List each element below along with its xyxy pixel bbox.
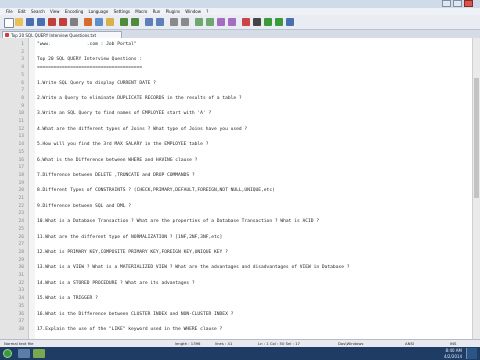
editor-line[interactable]: 38 17.Explain the use of the "LIKE" keywo… (0, 325, 480, 334)
open-file-icon[interactable] (15, 18, 23, 26)
menu-macro[interactable]: Macro (133, 8, 149, 15)
new-file-icon[interactable] (4, 18, 14, 28)
menu-settings[interactable]: Settings (112, 8, 132, 15)
windows-taskbar: 8:40 AM 4/2/2014 (0, 347, 480, 360)
line-text: 17.Explain the use of the "LIKE" keyword… (37, 326, 223, 332)
menu-search[interactable]: Search (29, 8, 47, 15)
zoom-in-icon[interactable] (170, 18, 178, 26)
menu-view[interactable]: View (48, 8, 62, 15)
print-icon[interactable] (70, 18, 78, 26)
menu-run[interactable]: Run (151, 8, 163, 15)
menu-encoding[interactable]: Encoding (63, 8, 85, 15)
taskbar-notepad-icon[interactable] (33, 349, 45, 358)
maximize-button[interactable] (453, 0, 462, 7)
indent-guide-icon[interactable] (228, 18, 236, 26)
menu-window[interactable]: Window (183, 8, 203, 15)
cut-icon[interactable] (84, 18, 92, 26)
menu-file[interactable]: File (0, 8, 15, 15)
clock-time: 8:40 AM (445, 348, 462, 353)
window-title-bar (0, 0, 480, 8)
play-macro-icon[interactable] (264, 18, 272, 26)
taskbar-app-icon[interactable] (18, 349, 30, 358)
minimize-button[interactable] (442, 0, 451, 7)
tab-bar: Top 20 SQL QUERY Interview Questions.txt (0, 30, 480, 38)
save-macro-icon[interactable] (286, 18, 294, 26)
close-all-icon[interactable] (59, 18, 67, 26)
text-editor[interactable]: 1 "www. .com : Job Portal" 2 3 Top 20 SQL QU… (0, 38, 480, 339)
line-number: 38 (18, 326, 24, 332)
menu-bar: File Edit Search View Encoding Language … (0, 8, 480, 15)
scrollbar-thumb[interactable] (474, 78, 479, 198)
show-symbols-icon[interactable] (217, 18, 225, 26)
record-macro-icon[interactable] (242, 18, 250, 26)
save-icon[interactable] (26, 18, 34, 26)
stop-macro-icon[interactable] (253, 18, 261, 26)
redo-icon[interactable] (131, 18, 139, 26)
unsaved-file-icon (5, 33, 9, 37)
copy-icon[interactable] (95, 18, 103, 26)
show-desktop-button[interactable] (466, 348, 477, 359)
menu-plugins[interactable]: Plugins (164, 8, 182, 15)
close-file-icon[interactable] (48, 18, 56, 26)
zoom-out-icon[interactable] (181, 18, 189, 26)
paste-icon[interactable] (106, 18, 114, 26)
menu-help[interactable]: ? (204, 8, 210, 15)
toolbar (0, 15, 480, 30)
find-icon[interactable] (145, 18, 153, 26)
close-button[interactable] (464, 0, 473, 7)
replace-icon[interactable] (156, 18, 164, 26)
menu-language[interactable]: Language (87, 8, 111, 15)
save-all-icon[interactable] (37, 18, 45, 26)
clock-date: 4/2/2014 (444, 353, 462, 359)
system-clock[interactable]: 8:40 AM 4/2/2014 (444, 348, 462, 359)
start-button-icon[interactable] (3, 349, 12, 358)
menu-edit[interactable]: Edit (16, 8, 28, 15)
run-macro-multiple-icon[interactable] (275, 18, 283, 26)
tab-current-file[interactable]: Top 20 SQL QUERY Interview Questions.txt (2, 31, 122, 38)
sync-scroll-icon[interactable] (195, 18, 203, 26)
vertical-scrollbar[interactable] (472, 38, 480, 339)
word-wrap-icon[interactable] (206, 18, 214, 26)
undo-icon[interactable] (120, 18, 128, 26)
